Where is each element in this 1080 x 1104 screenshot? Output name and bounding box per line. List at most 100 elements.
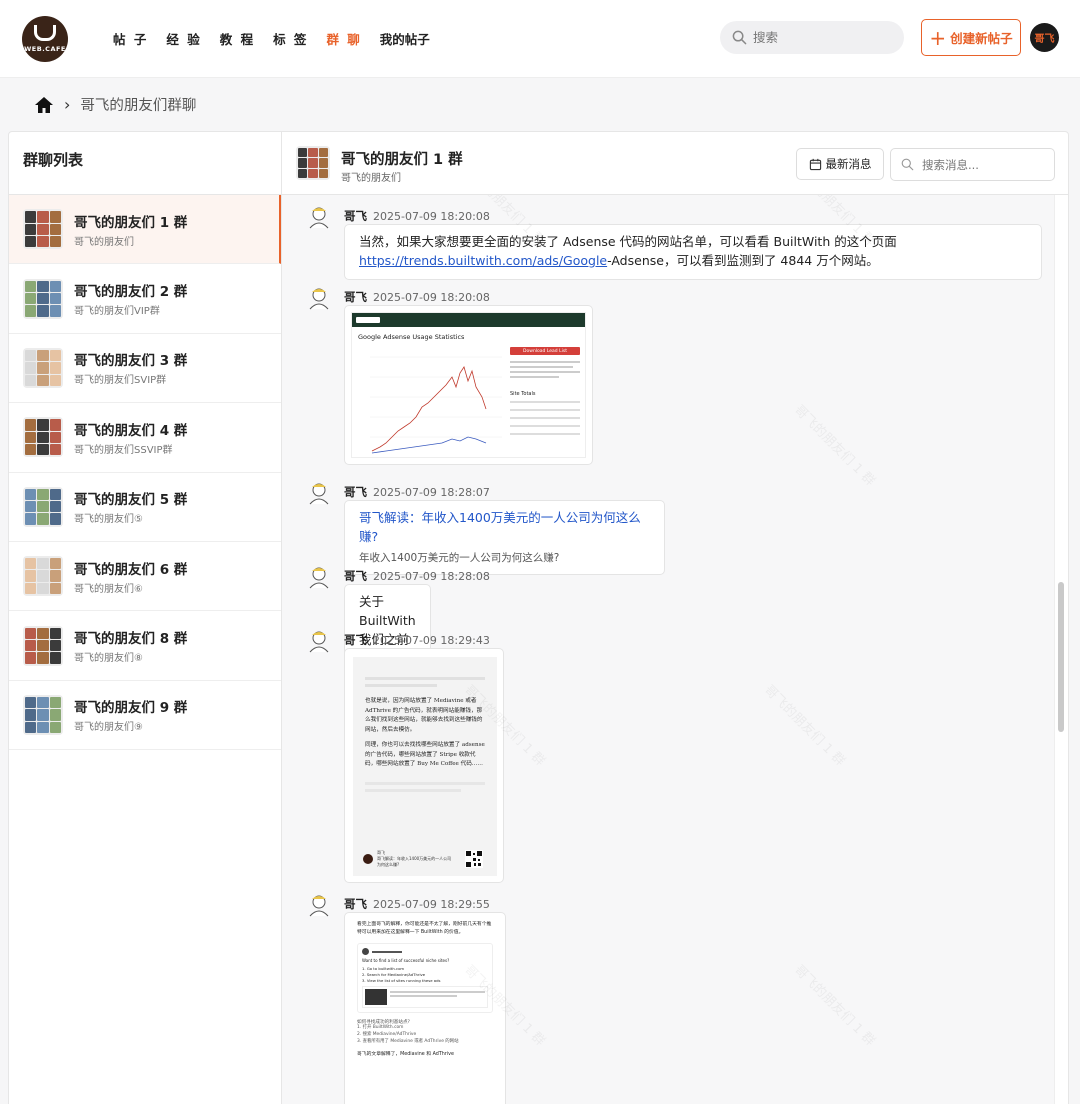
tweet-text: Want to find a list of successful niche … (362, 958, 450, 964)
group-desc: 哥飞的朋友们⑥ (74, 583, 143, 595)
group-item[interactable]: 哥飞的朋友们 1 群哥飞的朋友们 (9, 195, 281, 265)
site-logo[interactable]: WEB.CAFE (22, 16, 68, 62)
avatar-tile (49, 419, 61, 431)
screenshot-title: Google Adsense Usage Statistics (358, 333, 465, 341)
message-text: -Adsense，可以看到监测到了 4844 万个网站。 (607, 252, 879, 268)
group-item[interactable]: 哥飞的朋友们 2 群哥飞的朋友们VIP群 (9, 264, 281, 334)
user-avatar[interactable]: 哥飞 (1030, 23, 1059, 52)
avatar-tile (318, 148, 328, 158)
latest-messages-button[interactable]: 最新消息 (796, 148, 884, 180)
group-item[interactable]: 哥飞的朋友们 5 群哥飞的朋友们⑤ (9, 473, 281, 542)
article-step-2: 2. 搜索 Mediavine/AdThrive (357, 1031, 417, 1037)
group-avatar (296, 146, 330, 180)
group-avatar (23, 625, 63, 666)
nav-link-group-chat[interactable]: 群 聊 (326, 29, 361, 48)
avatar-tile (25, 444, 37, 456)
message-scrollbar-thumb[interactable] (1058, 582, 1064, 732)
group-info: 哥飞的朋友们 5 群哥飞的朋友们⑤ (74, 488, 187, 525)
sender-avatar (309, 895, 329, 917)
group-info: 哥飞的朋友们 1 群哥飞的朋友们 (74, 211, 187, 248)
site-search-input[interactable] (753, 30, 883, 45)
site-totals-rows (510, 401, 580, 441)
search-icon (732, 30, 747, 45)
sender-avatar (309, 567, 329, 589)
link-card-title[interactable]: 哥飞解读：年收入1400万美元的一人公司为何这么赚? (359, 509, 650, 547)
group-desc: 哥飞的朋友们⑧ (74, 653, 143, 665)
group-desc: 哥飞的朋友们SVIP群 (74, 375, 167, 387)
latest-messages-label: 最新消息 (825, 157, 872, 171)
sender-name: 哥飞 (344, 569, 367, 583)
avatar-tile (25, 709, 37, 721)
message-meta: 哥飞 2025-07-09 18:29:55 (344, 893, 490, 912)
group-avatar (23, 209, 63, 250)
group-name: 哥飞的朋友们 6 群 (74, 561, 188, 578)
article-footer: 哥飞 哥飞解读：年收入1400万美元的一人公司为何这么赚? (363, 850, 483, 868)
message-search[interactable] (890, 148, 1055, 181)
article-screenshot: 也就是说，因为网站放置了 Mediavine 或者 AdThrive 的广告代码… (353, 657, 497, 876)
avatar-tile (49, 501, 61, 513)
home-icon[interactable] (34, 96, 54, 114)
nav-link-posts[interactable]: 帖 子 (113, 29, 148, 48)
avatar-tile (49, 444, 61, 456)
avatar-tile (37, 488, 49, 501)
search-icon (901, 158, 914, 171)
qr-code-icon (465, 850, 483, 868)
avatar-tile (37, 501, 49, 513)
group-desc: 哥飞的朋友们VIP群 (74, 306, 160, 318)
watermark: 哥飞的朋友们 1 群 (791, 962, 878, 1050)
builtwith-link[interactable]: https://trends.builtwith.com/ads/Google (359, 253, 607, 268)
message-search-input[interactable] (922, 157, 1042, 172)
avatar-tile (25, 362, 37, 374)
avatar-tile (49, 305, 61, 317)
avatar-tile (25, 211, 37, 223)
avatar-tile (25, 280, 37, 292)
site-search[interactable] (720, 21, 904, 54)
image-message[interactable]: 看完上面哥飞的解释，你可能还是不太了解，刚好前几天有个推特可以用来加在这里解释一… (344, 912, 506, 1104)
plus-icon: + (929, 25, 947, 50)
watermark: 哥飞的朋友们 1 群 (761, 682, 848, 770)
message-list[interactable]: 哥飞 2025-07-09 18:20:08 当然，如果大家想要更全面的安装了 A… (282, 195, 1054, 1104)
group-info: 哥飞的朋友们 9 群哥飞的朋友们⑨ (74, 696, 187, 733)
create-post-label: 创建新帖子 (950, 31, 1013, 46)
sender-name: 哥飞 (344, 633, 367, 647)
nav-link-tutorials[interactable]: 教 程 (220, 29, 255, 48)
avatar-tile (37, 444, 49, 456)
article-paragraph-1: 也就是说，因为网站放置了 Mediavine 或者 AdThrive 的广告代码… (365, 698, 483, 733)
group-item[interactable]: 哥飞的朋友们 6 群哥飞的朋友们⑥ (9, 542, 281, 612)
group-desc: 哥飞的朋友们⑤ (74, 514, 143, 526)
chat-area: 哥飞的朋友们 1 群 哥飞的朋友们 最新消息 哥飞 2025-07-09 18:2… (282, 132, 1068, 1104)
group-item[interactable]: 哥飞的朋友们 8 群哥飞的朋友们⑧ (9, 611, 281, 681)
avatar-tile (37, 292, 49, 305)
image-message[interactable]: Google Adsense Usage Statistics Download… (344, 305, 593, 465)
group-item[interactable]: 哥飞的朋友们 4 群哥飞的朋友们SSVIP群 (9, 403, 281, 473)
message-scrollbar-track[interactable] (1054, 195, 1068, 1104)
create-post-button[interactable]: + 创建新帖子 (921, 19, 1021, 56)
avatar-tile (37, 652, 49, 664)
group-list: 哥飞的朋友们 1 群哥飞的朋友们 哥飞的朋友们 2 群哥飞的朋友们VIP群 哥飞的朋… (9, 195, 281, 751)
nav-link-my-posts[interactable]: 我的帖子 (380, 29, 430, 48)
avatar-tile (37, 582, 49, 595)
avatar-tile (49, 223, 61, 235)
avatar-tile (37, 374, 49, 386)
avatar-tile (49, 211, 61, 223)
nav-link-tags[interactable]: 标 签 (273, 29, 308, 48)
avatar-tile (25, 652, 37, 664)
watermark: 哥飞的朋友们 1 群 (791, 402, 878, 490)
link-card[interactable]: 哥飞解读：年收入1400万美元的一人公司为何这么赚? 年收入1400万美元的一人… (344, 500, 665, 576)
nav-link-experience[interactable]: 经 验 (166, 29, 201, 48)
chevron-right-icon: › (64, 95, 71, 114)
image-message[interactable]: 也就是说，因为网站放置了 Mediavine 或者 AdThrive 的广告代码… (344, 648, 504, 883)
message-meta: 哥飞 2025-07-09 18:20:08 (344, 205, 490, 224)
avatar-tile (37, 305, 49, 317)
message-text: 当然，如果大家想要更全面的安装了 Adsense 代码的网站名单，可以看看 Bu… (359, 234, 897, 249)
top-navbar: WEB.CAFE 帖 子 经 验 教 程 标 签 群 聊 我的帖子 + 创建新帖… (0, 0, 1080, 78)
article-paragraph-2: 同理，你也可以去找找哪些网站放置了 adsense 的广告代码，哪些网站放置了 … (365, 742, 485, 767)
avatar-tile (49, 709, 61, 721)
link-card-subtitle: 年收入1400万美元的一人公司为何这么赚? (359, 551, 560, 564)
sender-name: 哥飞 (344, 290, 367, 304)
avatar-tile (37, 362, 49, 374)
group-item[interactable]: 哥飞的朋友们 3 群哥飞的朋友们SVIP群 (9, 334, 281, 404)
chat-header: 哥飞的朋友们 1 群 哥飞的朋友们 最新消息 (282, 132, 1068, 195)
group-avatar (23, 278, 63, 319)
group-item[interactable]: 哥飞的朋友们 9 群哥飞的朋友们⑨ (9, 681, 281, 751)
